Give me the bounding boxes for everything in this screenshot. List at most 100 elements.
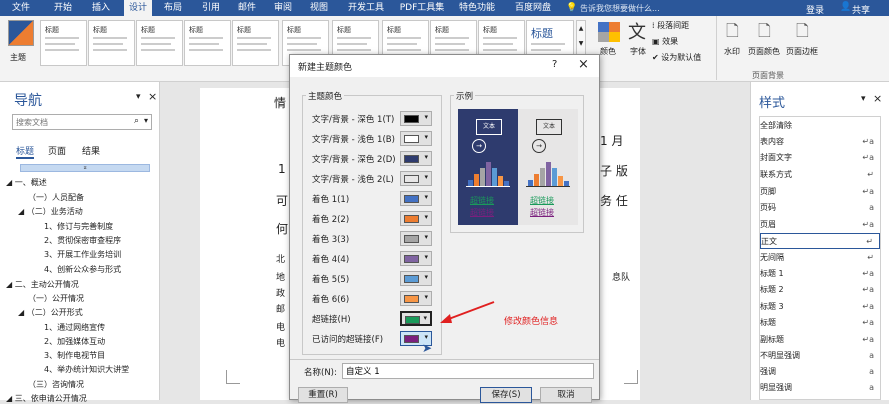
color-picker-light2[interactable]: ▾ <box>400 171 432 186</box>
page-color-icon[interactable]: 🗋 <box>758 20 771 47</box>
heading-item[interactable]: 3、制作电视节目 <box>44 350 105 361</box>
style-item[interactable]: 页眉 ↵a <box>760 217 880 233</box>
style-item[interactable]: 明显强调 a <box>760 380 880 396</box>
nav-close-icon[interactable]: × <box>148 90 157 103</box>
nav-options-icon[interactable]: ▾ <box>136 92 141 102</box>
tab-pdf-tools[interactable]: PDF工具集 <box>398 0 446 16</box>
style-item[interactable]: 标题 ↵a <box>760 315 880 331</box>
fonts-button[interactable]: 字体 <box>630 46 646 57</box>
style-item[interactable]: 表内容 ↵a <box>760 134 880 150</box>
style-set-1[interactable]: 标题 <box>40 20 87 66</box>
help-button[interactable]: ? <box>552 59 557 70</box>
search-icon[interactable]: ⌕ <box>134 116 139 126</box>
heading-item[interactable]: ◢ 一、概述 <box>6 177 47 188</box>
color-picker-accent1[interactable]: ▾ <box>400 191 432 206</box>
style-item[interactable]: 页脚 ↵a <box>760 184 880 200</box>
nav-search-input[interactable] <box>13 115 123 129</box>
effects-button[interactable]: ▣ 效果 <box>652 36 678 47</box>
tab-view[interactable]: 视图 <box>306 0 332 16</box>
dialog-close-button[interactable]: × <box>578 57 589 72</box>
style-set-3[interactable]: 标题 <box>136 20 183 66</box>
tab-mailings[interactable]: 邮件 <box>234 0 260 16</box>
nav-tab-pages[interactable]: 页面 <box>48 144 66 157</box>
tab-review[interactable]: 审阅 <box>270 0 296 16</box>
nav-search-box[interactable]: ⌕ ▾ <box>12 114 152 130</box>
style-item[interactable]: 标题 2 ↵a <box>760 282 880 298</box>
cancel-button[interactable]: 取消 <box>540 387 592 403</box>
style-set-2[interactable]: 标题 <box>88 20 135 66</box>
styles-options-icon[interactable]: ▾ <box>861 94 866 104</box>
save-button[interactable]: 保存(S) <box>480 387 532 403</box>
style-item[interactable]: 强调 a <box>760 364 880 380</box>
heading-item[interactable]: 4、创新公众参与形式 <box>44 264 121 275</box>
page-color-button[interactable]: 页面颜色 <box>748 46 780 57</box>
color-picker-accent4[interactable]: ▾ <box>400 251 432 266</box>
style-item-selected[interactable]: 正文 ↵ <box>760 233 880 249</box>
style-set-5[interactable]: 标题 <box>232 20 279 66</box>
theme-name-input[interactable] <box>342 363 594 379</box>
page-border-icon[interactable]: 🗋 <box>796 20 809 47</box>
watermark-icon[interactable]: 🗋 <box>726 20 739 47</box>
page-border-button[interactable]: 页面边框 <box>786 46 818 57</box>
style-item[interactable]: 无间隔 ↵ <box>760 250 880 266</box>
color-picker-accent2[interactable]: ▾ <box>400 211 432 226</box>
color-picker-hyperlink[interactable]: ▾ <box>400 311 432 326</box>
heading-item[interactable]: 1、修订与完善制度 <box>44 221 113 232</box>
colors-button[interactable]: 颜色 <box>600 46 616 57</box>
search-dropdown-icon[interactable]: ▾ <box>144 116 148 125</box>
heading-item[interactable]: ◢ 二、主动公开情况 <box>6 279 79 290</box>
theme-label[interactable]: 主题 <box>10 52 26 63</box>
chevron-down-icon: ▾ <box>424 193 428 201</box>
styles-close-icon[interactable]: × <box>873 92 882 105</box>
watermark-button[interactable]: 水印 <box>724 46 740 57</box>
color-picker-accent5[interactable]: ▾ <box>400 271 432 286</box>
color-picker-light1[interactable]: ▾ <box>400 131 432 146</box>
tab-home[interactable]: 开始 <box>50 0 76 16</box>
login-link[interactable]: 登录 <box>806 3 824 16</box>
style-item[interactable]: 全部清除 <box>760 118 880 134</box>
tab-insert[interactable]: 插入 <box>88 0 114 16</box>
style-item[interactable]: 标题 1 ↵a <box>760 266 880 282</box>
theme-icon[interactable] <box>8 20 34 46</box>
tab-special[interactable]: 特色功能 <box>456 0 498 16</box>
style-item[interactable]: 不明显强调 a <box>760 348 880 364</box>
colors-icon[interactable] <box>598 22 620 42</box>
style-item[interactable]: 联系方式 ↵ <box>760 167 880 183</box>
style-item[interactable]: 封面文字 ↵a <box>760 150 880 166</box>
color-picker-accent6[interactable]: ▾ <box>400 291 432 306</box>
heading-item[interactable]: ◢ （二）业务活动 <box>18 206 83 217</box>
tab-baidu-pan[interactable]: 百度网盘 <box>510 0 556 16</box>
heading-item[interactable]: （一）人员配备 <box>28 192 84 203</box>
tab-design[interactable]: 设计 <box>124 0 152 16</box>
heading-item[interactable]: 4、举办统计知识大讲堂 <box>44 364 129 375</box>
heading-item[interactable]: ◢ 三、依申请公开情况 <box>6 393 87 404</box>
tab-developer[interactable]: 开发工具 <box>342 0 390 16</box>
heading-item[interactable]: 1、通过网络宣传 <box>44 322 105 333</box>
color-picker-accent3[interactable]: ▾ <box>400 231 432 246</box>
heading-item[interactable]: 3、开展工作业务培训 <box>44 249 121 260</box>
style-item[interactable]: 副标题 ↵a <box>760 332 880 348</box>
heading-item[interactable]: （一）公开情况 <box>28 293 84 304</box>
heading-item[interactable]: 2、贯彻保密审查程序 <box>44 235 121 246</box>
fonts-icon[interactable]: 文 <box>628 18 646 44</box>
style-item[interactable]: 页码 a <box>760 200 880 216</box>
color-picker-dark1[interactable]: ▾ <box>400 111 432 126</box>
color-swatch <box>404 335 419 343</box>
reset-button[interactable]: 重置(R) <box>298 387 348 403</box>
tell-me-box[interactable]: 告诉我您想要做什么... <box>580 3 660 14</box>
share-button[interactable]: 共享 <box>852 3 870 16</box>
tab-layout[interactable]: 布局 <box>160 0 186 16</box>
heading-item[interactable]: ◢ （二）公开形式 <box>18 307 83 318</box>
color-picker-dark2[interactable]: ▾ <box>400 151 432 166</box>
style-item[interactable]: 标题 3 ↵a <box>760 299 880 315</box>
nav-collapse-all[interactable]: ⌅ <box>20 164 150 172</box>
nav-tab-headings[interactable]: 标题 <box>16 144 35 159</box>
style-set-4[interactable]: 标题 <box>184 20 231 66</box>
nav-tab-results[interactable]: 结果 <box>82 144 100 157</box>
paragraph-spacing-button[interactable]: ⁞ 段落间距 <box>652 20 689 31</box>
tab-file[interactable]: 文件 <box>8 0 34 16</box>
set-default-button[interactable]: ✔ 设为默认值 <box>652 52 701 63</box>
heading-item[interactable]: （三）咨询情况 <box>28 379 84 390</box>
heading-item[interactable]: 2、加强媒体互动 <box>44 336 105 347</box>
tab-references[interactable]: 引用 <box>198 0 224 16</box>
